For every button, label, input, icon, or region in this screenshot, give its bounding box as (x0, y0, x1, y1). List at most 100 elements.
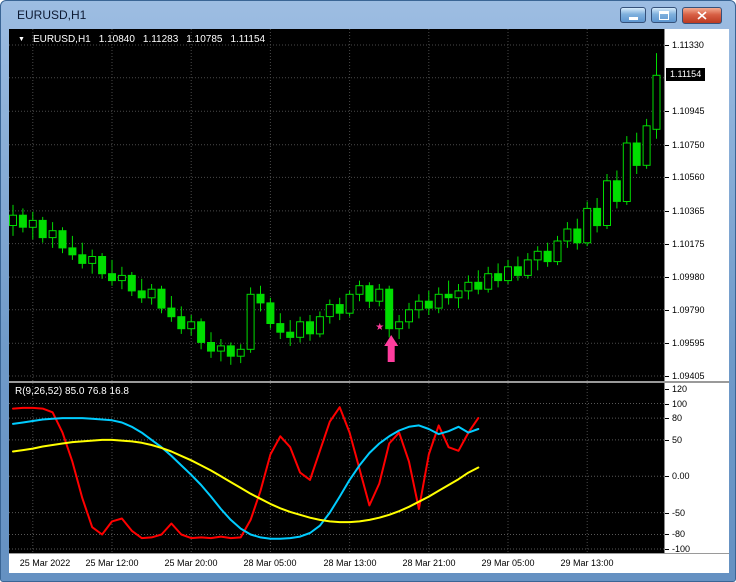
candle (583, 207, 592, 244)
ohlc-header: ▼ EURUSD,H1 1.10840 1.11283 1.10785 1.11… (18, 34, 265, 45)
indicator-label: R(9,26,52) 85.0 76.8 16.8 (15, 386, 129, 397)
candle (553, 240, 562, 263)
candle (147, 288, 156, 299)
axis-tick (665, 343, 669, 344)
candle (414, 300, 423, 311)
axis-tick (665, 45, 669, 46)
candle (236, 348, 245, 357)
candle (652, 74, 661, 130)
axis-tick (665, 177, 669, 178)
candle (157, 288, 166, 309)
axis-tick (665, 211, 669, 212)
price-axis-label: 1.10365 (672, 206, 705, 216)
candle (88, 256, 97, 264)
axis-tick (665, 277, 669, 278)
candle (58, 230, 67, 249)
mt4-chart-window: EURUSD,H1 ★ ▼ EURUSD,H1 1.10840 1.11283 … (0, 0, 736, 582)
indicator-axis-label: -50 (672, 508, 686, 518)
indicator-line-slow (12, 438, 480, 524)
time-axis-label: 25 Mar 12:00 (85, 558, 139, 568)
axis-tick (665, 310, 669, 311)
candle (345, 293, 354, 314)
candle (256, 293, 265, 304)
axis-tick (665, 418, 669, 419)
price-axis-label: 1.09790 (672, 305, 705, 315)
price-axis-label: 1.11330 (672, 40, 704, 50)
candle (385, 288, 394, 330)
chart-client-area: ★ ▼ EURUSD,H1 1.10840 1.11283 1.10785 1.… (9, 29, 729, 573)
ohlc-high: 1.11283 (142, 34, 179, 45)
candle (464, 281, 473, 292)
minimize-icon (628, 17, 638, 20)
price-axis-label: 1.10560 (672, 172, 705, 182)
candle (48, 230, 57, 239)
candle (226, 345, 235, 357)
ohlc-symbol: EURUSD,H1 (32, 34, 91, 45)
indicator-panel[interactable]: R(9,26,52) 85.0 76.8 16.8 (9, 383, 664, 553)
candle (207, 342, 215, 352)
signal-star-icon: ★ (375, 322, 384, 333)
window-title: EURUSD,H1 (17, 8, 87, 22)
price-axis-label: 1.09595 (672, 338, 705, 348)
candle (622, 142, 631, 202)
indicator-axis-label: -80 (672, 529, 686, 539)
price-axis-label: 1.09405 (672, 371, 705, 381)
candle (28, 219, 37, 228)
candle (642, 125, 651, 166)
candle (563, 228, 572, 242)
axis-tick (665, 376, 669, 377)
candle (365, 285, 374, 302)
maximize-button[interactable] (651, 7, 677, 23)
time-axis-label: 29 Mar 13:00 (560, 558, 614, 568)
candlestick-chart[interactable]: ★ ▼ EURUSD,H1 1.10840 1.11283 1.10785 1.… (9, 29, 664, 381)
candle (315, 316, 324, 335)
candle (454, 290, 463, 299)
price-axis-label: 1.09980 (672, 272, 705, 282)
candle (355, 285, 364, 295)
ohlc-low: 1.10785 (186, 34, 223, 45)
indicator-canvas[interactable] (9, 383, 664, 553)
candle (474, 281, 483, 290)
candle (513, 266, 522, 276)
candle (117, 274, 126, 282)
candle (216, 345, 225, 352)
candle (108, 273, 116, 282)
close-button[interactable] (682, 7, 722, 24)
candle (68, 247, 77, 256)
candle (484, 273, 493, 290)
axis-tick (665, 389, 669, 390)
candle (593, 207, 602, 227)
time-axis-label: 28 Mar 21:00 (402, 558, 456, 568)
candle (266, 302, 275, 324)
candle (127, 274, 136, 292)
candle (98, 256, 107, 275)
axis-tick (665, 534, 669, 535)
minimize-button[interactable] (620, 7, 646, 23)
indicator-axis[interactable]: 120 100 80 50 0.00 -50 -80 -100 (664, 383, 729, 554)
candle (603, 180, 611, 227)
price-axis-label: 1.10945 (672, 106, 705, 116)
symbol-dropdown-icon[interactable]: ▼ (18, 34, 25, 45)
axis-tick (665, 476, 669, 477)
candle (167, 307, 176, 318)
maximize-icon (659, 10, 669, 20)
indicator-axis-label: 0.00 (672, 471, 690, 481)
candle (424, 300, 433, 309)
candle (612, 180, 621, 202)
ohlc-open: 1.10840 (98, 34, 135, 45)
candle (335, 304, 344, 314)
candle (197, 321, 206, 343)
titlebar[interactable]: EURUSD,H1 (1, 1, 735, 29)
price-axis[interactable]: 1.11330 1.10945 1.10750 1.10560 1.10365 1.101… (664, 29, 729, 381)
price-axis-label: 1.10750 (672, 140, 705, 150)
axis-tick (665, 549, 669, 550)
time-axis-label: 25 Mar 20:00 (164, 558, 218, 568)
candle (325, 304, 334, 318)
candle (38, 219, 47, 239)
candle (286, 331, 295, 338)
axis-tick (665, 244, 669, 245)
time-axis-label: 29 Mar 05:00 (481, 558, 535, 568)
candle (395, 321, 404, 330)
time-axis[interactable]: 25 Mar 2022 25 Mar 12:00 25 Mar 20:00 28 Ma… (9, 553, 729, 573)
candlestick-chart-canvas[interactable]: ★ (9, 29, 664, 381)
